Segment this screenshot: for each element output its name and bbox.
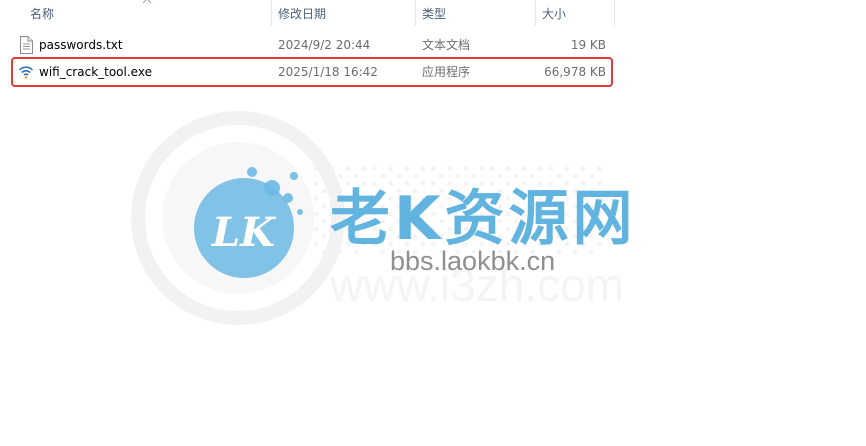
wifi-app-icon (18, 66, 34, 79)
watermark-logo-text: LK (211, 209, 277, 256)
file-row[interactable]: passwords.txt 2024/9/2 20:44 文本文档 19 KB (12, 32, 614, 58)
sort-ascending-icon[interactable] (142, 0, 152, 4)
watermark-ghost-text: ░░░░░ (310, 161, 604, 250)
file-type: 文本文档 (422, 38, 471, 52)
column-type[interactable]: 类型 (422, 6, 446, 26)
file-modified: 2025/1/18 16:42 (278, 65, 378, 79)
text-file-icon (20, 36, 33, 54)
file-size: 19 KB (570, 38, 606, 52)
file-name: wifi_crack_tool.exe (39, 65, 152, 79)
column-divider[interactable] (271, 0, 272, 26)
file-row[interactable]: wifi_crack_tool.exe 2025/1/18 16:42 应用程序… (12, 59, 614, 85)
column-modified[interactable]: 修改日期 (278, 6, 326, 26)
column-size[interactable]: 大小 (542, 6, 566, 26)
column-divider[interactable] (614, 0, 615, 26)
column-divider[interactable] (535, 0, 536, 26)
file-type: 应用程序 (422, 65, 471, 79)
file-modified: 2024/9/2 20:44 (278, 38, 371, 52)
watermark-ghost-url: www.i3zh.com (330, 259, 624, 311)
file-name: passwords.txt (39, 38, 123, 52)
column-name[interactable]: 名称 (30, 6, 54, 26)
watermark-title: 老K资源网 (330, 184, 637, 254)
watermark-url: bbs.laokbk.cn (390, 246, 556, 276)
column-header: 名称 修改日期 类型 大小 (0, 0, 866, 28)
file-size: 66,978 KB (544, 65, 606, 79)
column-divider[interactable] (415, 0, 416, 26)
